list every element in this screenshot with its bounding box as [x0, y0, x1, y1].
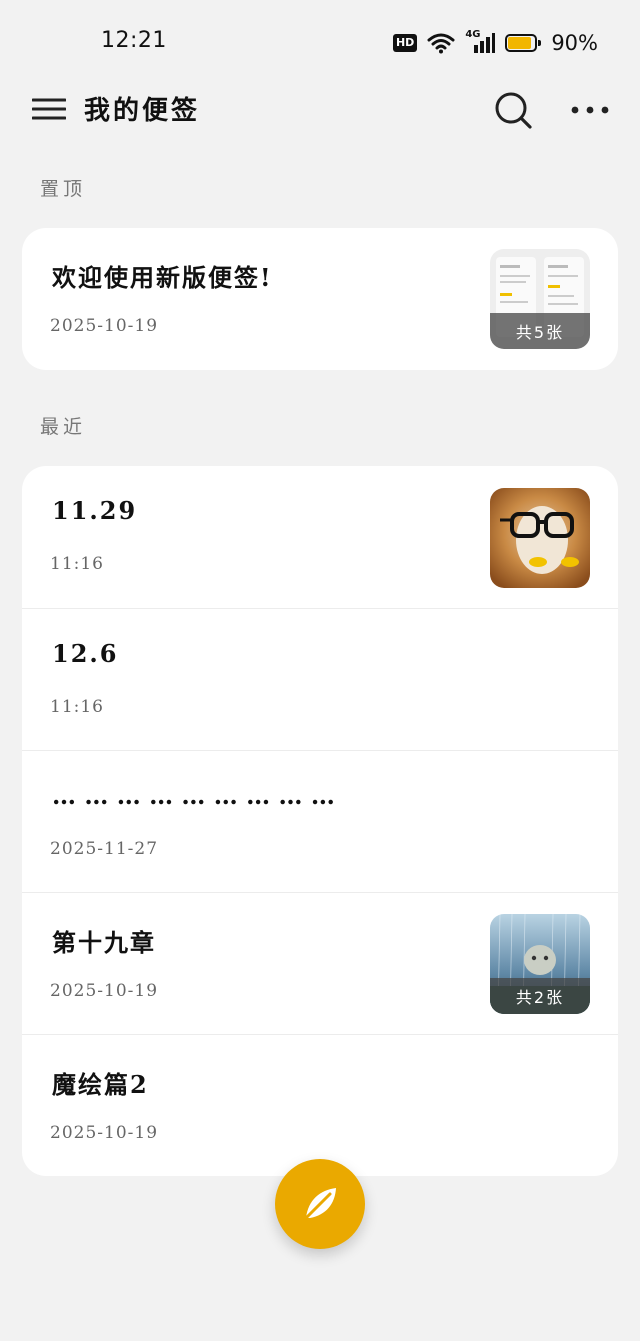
recent-section-label: 最近 — [40, 416, 87, 438]
note-title: 11.29 — [52, 496, 138, 525]
note-title: 欢迎使用新版便签! — [52, 263, 273, 292]
note-title: 12.6 — [52, 639, 119, 668]
search-button[interactable] — [493, 90, 533, 130]
note-title: 魔绘篇2 — [52, 1070, 149, 1099]
note-item[interactable]: … … … … … … … … … 2025-11-27 — [22, 750, 618, 892]
note-title: 第十九章 — [52, 928, 156, 957]
note-thumbnail: 共5张 — [490, 249, 590, 349]
note-date: 11:16 — [50, 554, 104, 574]
wifi-icon — [427, 33, 455, 54]
note-item[interactable]: 第十九章 2025-10-19 共2张 — [22, 892, 618, 1034]
cat-with-glasses-image — [490, 488, 590, 588]
page-title: 我的便签 — [84, 96, 201, 126]
note-item[interactable]: 魔绘篇2 2025-10-19 — [22, 1034, 618, 1176]
note-date: 2025-10-19 — [50, 1123, 159, 1143]
note-date: 11:16 — [50, 697, 104, 717]
search-icon — [495, 92, 532, 129]
battery-icon — [505, 34, 542, 52]
app-header: 我的便签 — [0, 86, 640, 136]
more-button[interactable] — [568, 100, 612, 120]
hd-badge: HD — [392, 34, 418, 52]
status-icons: HD 4G 90% — [392, 28, 598, 58]
signal-4g-icon: 4G — [465, 29, 496, 55]
menu-button[interactable] — [31, 92, 67, 126]
note-item[interactable]: 12.6 11:16 — [22, 608, 618, 750]
menu-icon — [31, 98, 67, 120]
leaf-pen-icon — [304, 1188, 336, 1220]
note-item[interactable]: 欢迎使用新版便签! 2025-10-19 共5张 — [22, 228, 618, 370]
image-count-badge: 共5张 — [490, 313, 590, 349]
new-note-button[interactable] — [275, 1159, 365, 1249]
note-date: 2025-11-27 — [50, 839, 159, 859]
status-time: 12:21 — [101, 28, 167, 53]
note-date: 2025-10-19 — [50, 981, 159, 1001]
note-thumbnail — [490, 488, 590, 588]
recent-notes-card: 11.29 11:16 12.6 11:16 … … … … … … … … …… — [22, 466, 618, 1176]
pinned-notes-card: 欢迎使用新版便签! 2025-10-19 共5张 — [22, 228, 618, 370]
note-title: … … … … … … … … … — [52, 781, 335, 810]
image-count-badge: 共2张 — [490, 978, 590, 1014]
note-date: 2025-10-19 — [50, 316, 159, 336]
note-thumbnail: 共2张 — [490, 914, 590, 1014]
status-bar: 12:21 HD 4G 90% — [0, 0, 640, 86]
battery-percentage: 90% — [551, 31, 598, 55]
note-item[interactable]: 11.29 11:16 — [22, 466, 618, 608]
pinned-section-label: 置顶 — [40, 178, 87, 200]
more-icon — [571, 106, 609, 114]
